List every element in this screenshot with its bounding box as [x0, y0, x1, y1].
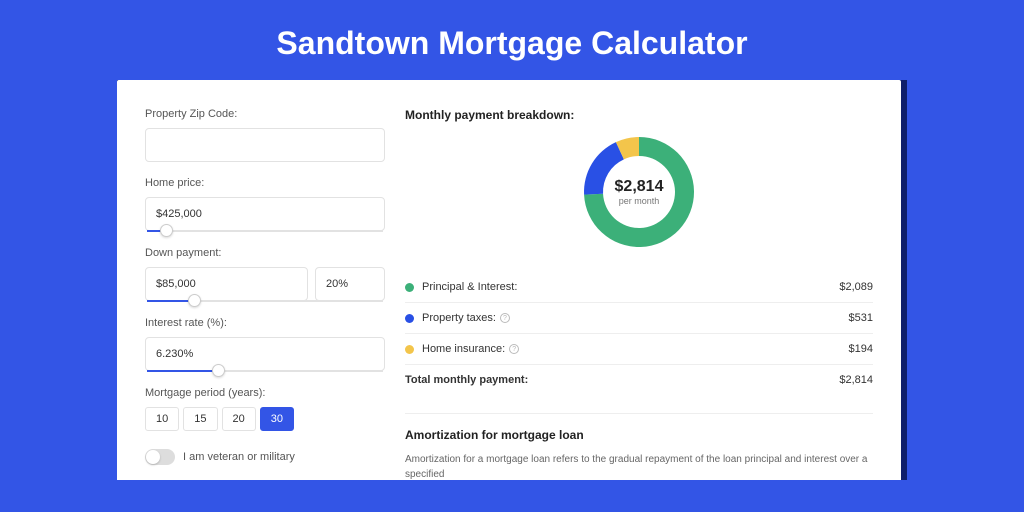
period-button-30[interactable]: 30 [260, 407, 294, 431]
zip-group: Property Zip Code: [145, 108, 385, 162]
panel-shadow: Property Zip Code: Home price: Down paym… [117, 80, 907, 480]
down-payment-group: Down payment: [145, 247, 385, 302]
breakdown-legend: Principal & Interest:$2,089Property taxe… [405, 272, 873, 364]
interest-rate-group: Interest rate (%): [145, 317, 385, 372]
period-button-20[interactable]: 20 [222, 407, 256, 431]
veteran-toggle[interactable] [145, 449, 175, 465]
legend-label: Principal & Interest: [422, 281, 839, 293]
donut-center-sub: per month [619, 196, 660, 206]
interest-rate-input[interactable] [145, 337, 385, 371]
down-payment-percent-input[interactable] [315, 267, 385, 301]
veteran-toggle-row: I am veteran or military [145, 449, 385, 465]
breakdown-total-label: Total monthly payment: [405, 374, 839, 386]
home-price-input[interactable] [145, 197, 385, 231]
inputs-column: Property Zip Code: Home price: Down paym… [145, 108, 385, 480]
breakdown-total-value: $2,814 [839, 374, 873, 386]
legend-dot-icon [405, 345, 414, 354]
amortization-section: Amortization for mortgage loan Amortizat… [405, 413, 873, 480]
mortgage-period-options: 10152030 [145, 407, 385, 431]
mortgage-period-group: Mortgage period (years): 10152030 [145, 387, 385, 431]
period-button-10[interactable]: 10 [145, 407, 179, 431]
legend-label: Home insurance: ? [422, 343, 849, 355]
legend-value: $194 [849, 343, 873, 355]
interest-rate-label: Interest rate (%): [145, 317, 385, 329]
breakdown-total-row: Total monthly payment: $2,814 [405, 364, 873, 395]
down-payment-label: Down payment: [145, 247, 385, 259]
amortization-text: Amortization for a mortgage loan refers … [405, 452, 873, 480]
legend-row: Home insurance: ?$194 [405, 333, 873, 364]
home-price-label: Home price: [145, 177, 385, 189]
legend-dot-icon [405, 283, 414, 292]
payment-donut-chart: $2,814 per month [579, 132, 699, 252]
amortization-title: Amortization for mortgage loan [405, 428, 873, 442]
legend-value: $2,089 [839, 281, 873, 293]
home-price-slider[interactable] [147, 230, 383, 232]
legend-row: Property taxes: ?$531 [405, 302, 873, 333]
legend-value: $531 [849, 312, 873, 324]
legend-label: Property taxes: ? [422, 312, 849, 324]
veteran-label: I am veteran or military [183, 451, 295, 463]
zip-label: Property Zip Code: [145, 108, 385, 120]
calculator-panel: Property Zip Code: Home price: Down paym… [117, 80, 901, 480]
breakdown-title: Monthly payment breakdown: [405, 108, 873, 122]
home-price-group: Home price: [145, 177, 385, 232]
page-title: Sandtown Mortgage Calculator [0, 0, 1024, 80]
legend-row: Principal & Interest:$2,089 [405, 272, 873, 302]
interest-rate-slider[interactable] [147, 370, 383, 372]
down-payment-amount-input[interactable] [145, 267, 308, 301]
zip-input[interactable] [145, 128, 385, 162]
donut-center-amount: $2,814 [615, 178, 664, 196]
period-button-15[interactable]: 15 [183, 407, 217, 431]
down-payment-slider[interactable] [147, 300, 383, 302]
info-icon[interactable]: ? [500, 313, 510, 323]
legend-dot-icon [405, 314, 414, 323]
info-icon[interactable]: ? [509, 344, 519, 354]
mortgage-period-label: Mortgage period (years): [145, 387, 385, 399]
breakdown-column: Monthly payment breakdown: $2,814 per mo… [405, 108, 873, 480]
